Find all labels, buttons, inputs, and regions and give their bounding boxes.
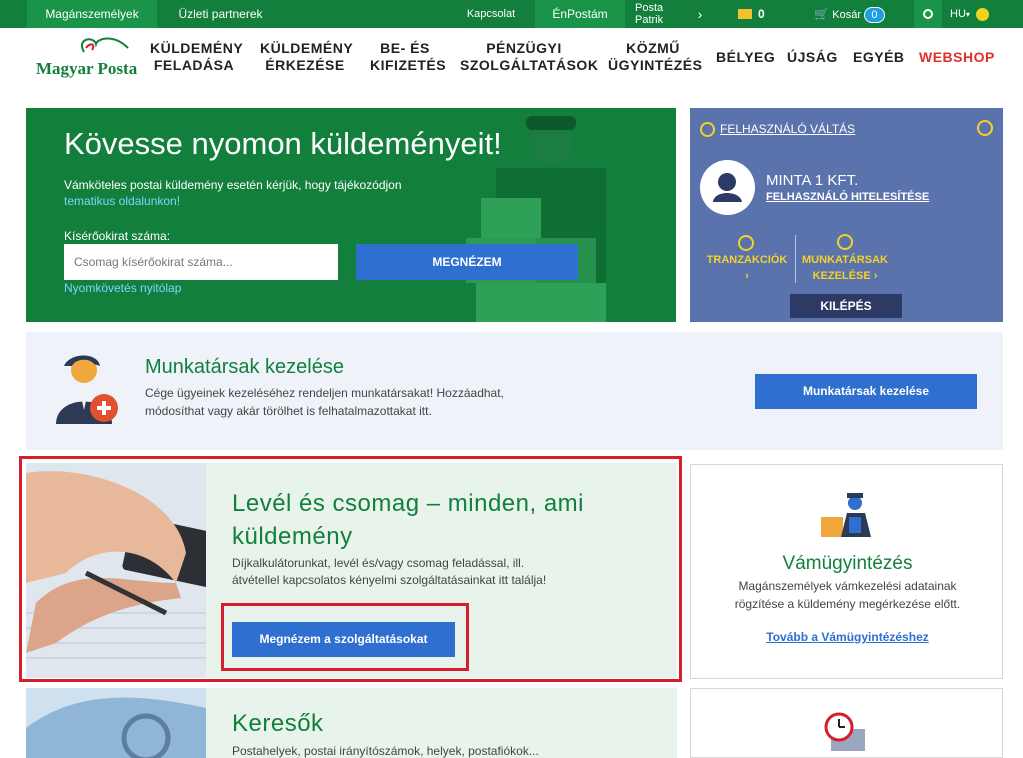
envelope-icon: [738, 8, 752, 19]
mail-button[interactable]: 0: [738, 0, 778, 28]
add-person-icon: [56, 355, 118, 424]
cart-count: 0: [864, 7, 885, 23]
authenticate-user-link[interactable]: FELHASZNÁLÓ HITELESÍTÉSE: [766, 191, 929, 203]
mail-count: 0: [758, 7, 765, 21]
button-highlight-frame: [221, 603, 469, 671]
nav-item-payments[interactable]: BE- ÉS KIFIZETÉS: [370, 40, 446, 74]
accessibility-icon[interactable]: [975, 7, 989, 21]
cart-label: Kosár: [832, 9, 862, 21]
tracking-home-link[interactable]: Nyomkövetés nyitólap: [64, 281, 181, 295]
customs-officer-icon: [821, 493, 871, 537]
search-title: Keresők: [232, 710, 324, 737]
colleagues-banner: Munkatársak kezelése Cége ügyeinek kezel…: [26, 332, 1003, 450]
customs-card: Vámügyintézés Magánszemélyek vámkezelési…: [690, 464, 1003, 679]
thematic-page-link[interactable]: tematikus oldalunkon!: [64, 194, 180, 208]
contact-link[interactable]: Kapcsolat: [458, 0, 524, 28]
colleagues-icon: [837, 234, 853, 250]
chevron-right-icon[interactable]: ›: [692, 0, 708, 28]
caret-down-icon: ▾: [965, 10, 970, 19]
search-button[interactable]: [914, 0, 942, 28]
hero-text: Vámköteles postai küldemény esetén kérjü…: [64, 178, 402, 192]
enpostam-button[interactable]: ÉnPostám: [535, 0, 625, 28]
account-panel: FELHASZNÁLÓ VÁLTÁS MINTA 1 KFT. FELHASZN…: [690, 108, 1003, 322]
tab-private-customers[interactable]: Magánszemélyek: [27, 0, 157, 28]
nav-item-other[interactable]: EGYÉB: [853, 49, 904, 66]
user-menu[interactable]: Posta Patrik: [635, 0, 685, 28]
colleagues-description: Cége ügyeinek kezeléséhez rendeljen munk…: [145, 386, 504, 418]
language-selector[interactable]: HU▾: [950, 0, 998, 28]
switch-user-link[interactable]: FELHASZNÁLÓ VÁLTÁS: [720, 122, 855, 136]
tab-business-partners[interactable]: Üzleti partnerek: [159, 0, 282, 28]
logout-button[interactable]: KILÉPÉS: [790, 294, 902, 318]
user-first-name: Posta: [635, 2, 664, 14]
customs-description-text: Magánszemélyek vámkezelési adatainak rög…: [734, 579, 961, 611]
language-code: HU: [950, 8, 966, 20]
gear-icon[interactable]: [977, 120, 993, 136]
customs-description: Magánszemélyek vámkezelési adatainak rög…: [691, 577, 1004, 613]
nav-item-stamp[interactable]: BÉLYEG: [716, 49, 775, 66]
logo-text: Magyar Posta: [36, 59, 138, 78]
user-silhouette-icon: [713, 173, 742, 202]
manage-colleagues-link[interactable]: MUNKATÁRSAK KEZELÉSE ›: [795, 252, 895, 284]
cart-button[interactable]: 🛒 Kosár 0: [814, 0, 894, 28]
avatar: [700, 160, 755, 215]
manage-colleagues-button[interactable]: Munkatársak kezelése: [755, 374, 977, 409]
track-button[interactable]: MEGNÉZEM: [356, 244, 578, 280]
tracking-number-input[interactable]: [64, 244, 338, 280]
main-nav: Magyar Posta KÜLDEMÉNY FELADÁSA KÜLDEMÉN…: [0, 28, 1023, 88]
nav-item-financial[interactable]: PÉNZÜGYI SZOLGÁLTATÁSOK: [460, 40, 598, 74]
nav-item-webshop[interactable]: WEBSHOP: [919, 49, 994, 66]
search-description: Postahelyek, postai irányítószámok, hely…: [232, 744, 539, 758]
tracking-input-label: Kísérőokirat száma:: [64, 229, 171, 243]
search-icon: [923, 8, 933, 19]
nav-item-send[interactable]: KÜLDEMÉNY FELADÁSA: [150, 40, 243, 74]
nav-item-newspaper[interactable]: ÚJSÁG: [787, 49, 837, 66]
company-name: MINTA 1 KFT.: [766, 172, 859, 189]
nav-item-receive[interactable]: KÜLDEMÉNY ÉRKEZÉSE: [260, 40, 353, 74]
nav-item-utilities[interactable]: KÖZMŰ ÜGYINTÉZÉS: [608, 40, 702, 74]
tracking-hero: Kövesse nyomon küldeményeit! Vámköteles …: [26, 108, 676, 322]
top-bar: Magánszemélyek Üzleti partnerek Kapcsola…: [0, 0, 1023, 28]
colleagues-title: Munkatársak kezelése: [145, 356, 344, 378]
transactions-link[interactable]: TRANZAKCIÓK ›: [704, 252, 790, 284]
cart-icon: 🛒: [814, 7, 829, 21]
switch-user-icon: [700, 122, 715, 137]
hero-title: Kövesse nyomon küldeményeit!: [64, 126, 502, 161]
clock-calendar-icon: [824, 712, 865, 751]
customs-title: Vámügyintézés: [782, 553, 913, 574]
customs-link[interactable]: Tovább a Vámügyintézéshez: [691, 630, 1004, 644]
user-last-name: Patrik: [635, 14, 664, 26]
magyar-posta-logo[interactable]: Magyar Posta: [36, 34, 138, 82]
transactions-icon: [738, 235, 754, 251]
